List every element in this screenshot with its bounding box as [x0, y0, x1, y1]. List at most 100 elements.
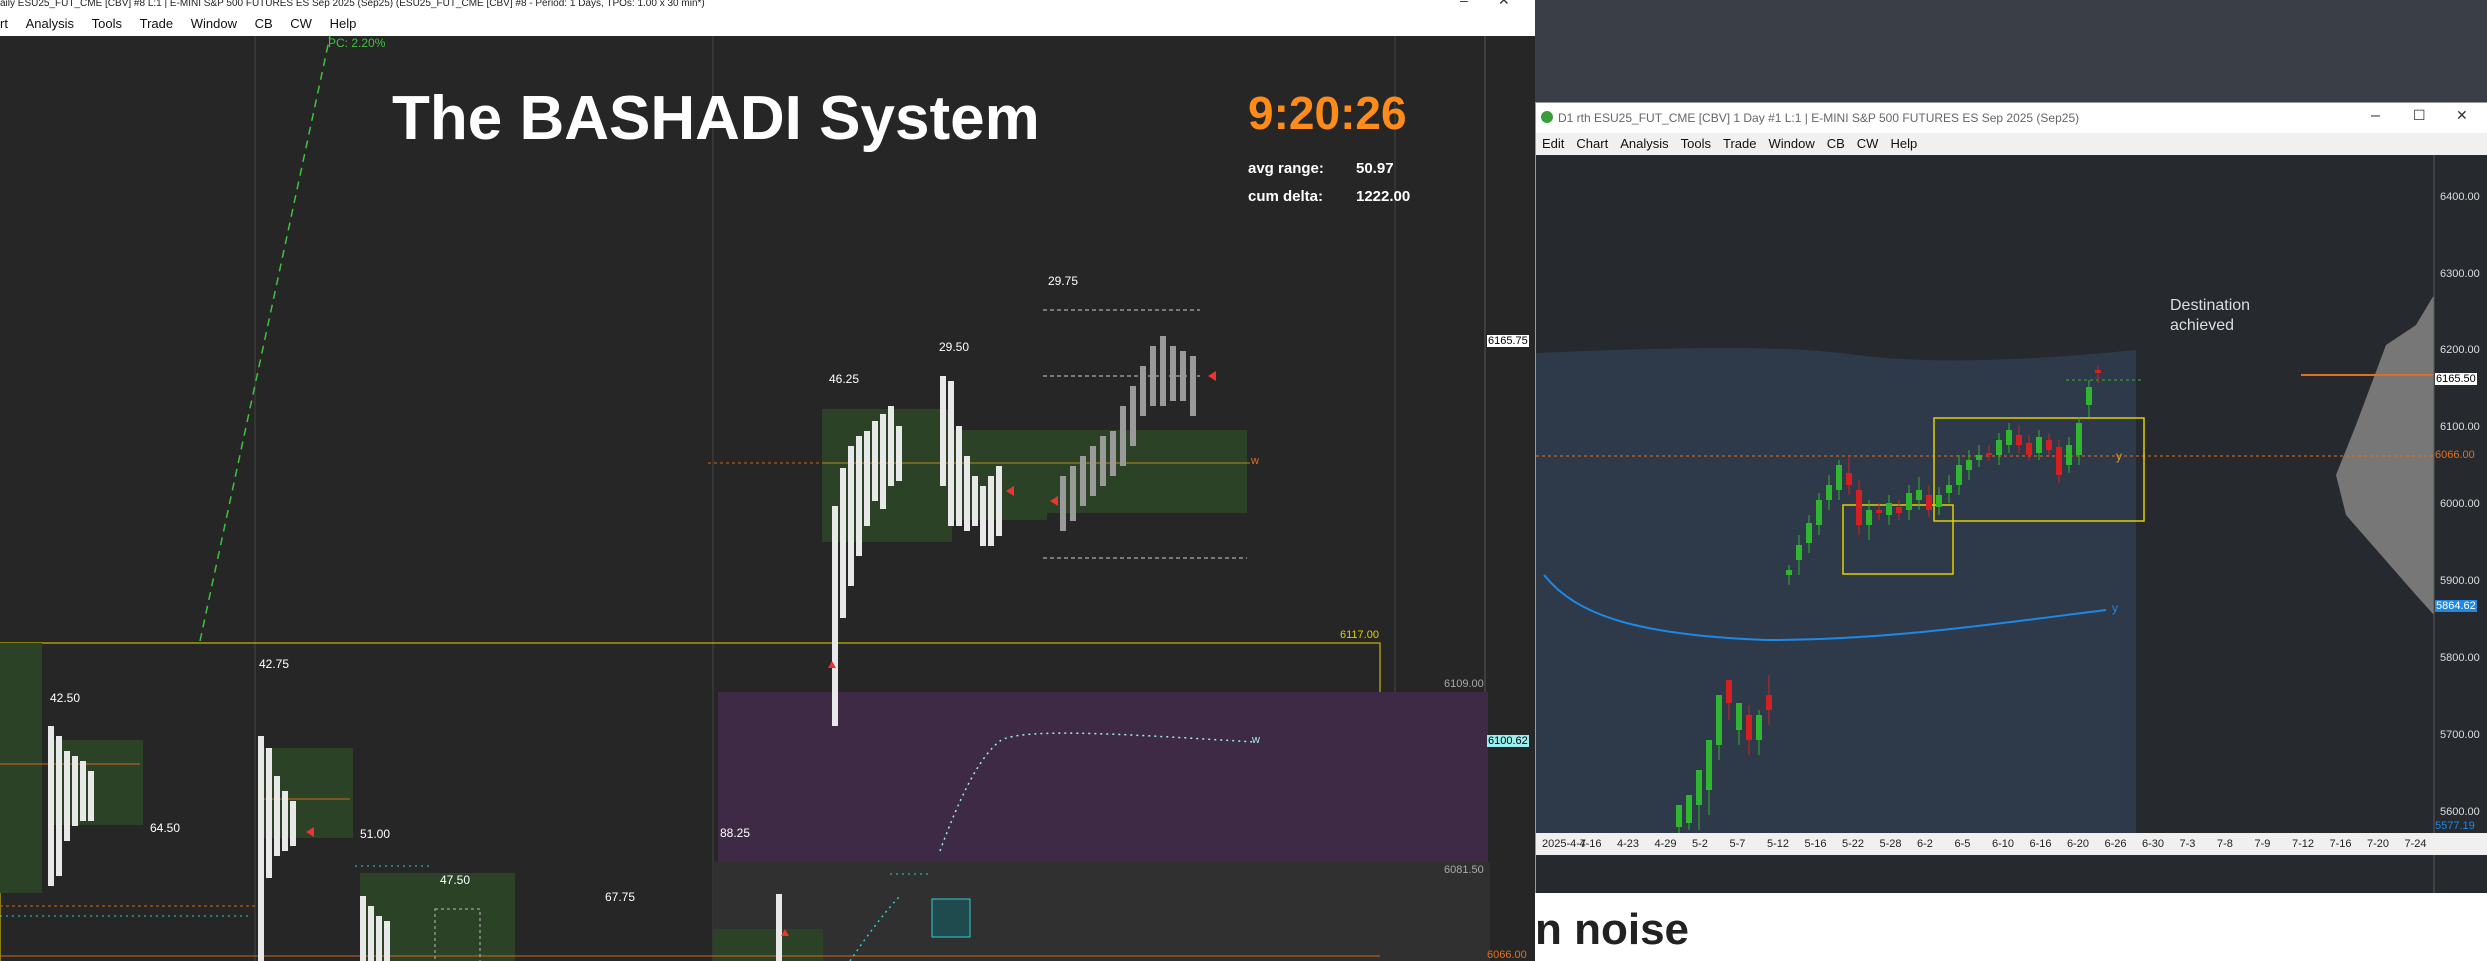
close-icon[interactable]: ✕	[2456, 107, 2468, 124]
left-window-titlebar[interactable]: aily ESU25_FUT_CME [CBV] #8 L:1 | E-MINI…	[0, 0, 1535, 12]
range-label: 67.75	[605, 890, 636, 904]
menu-cb[interactable]: CB	[1821, 133, 1851, 151]
daily-candlestick-chart[interactable]: Destination achieved y y 6400.00 6300.00…	[1536, 155, 2487, 894]
range-label: 46.25	[829, 372, 860, 386]
close-icon[interactable]: ✕	[1498, 0, 1510, 7]
candle-body	[1966, 460, 1972, 470]
candle-body	[2086, 387, 2092, 405]
menu-analysis[interactable]: Analysis	[19, 12, 81, 36]
cum-delta-value: 1222.00	[1356, 188, 1411, 205]
menu-chart[interactable]: Chart	[1570, 133, 1614, 151]
range-label: 88.25	[720, 826, 751, 840]
menu-help[interactable]: Help	[1884, 133, 1923, 151]
right-window-titlebar[interactable]: D1 rth ESU25_FUT_CME [CBV] 1 Day #1 L:1 …	[1536, 103, 2487, 133]
cum-delta-label: cum delta:	[1248, 188, 1324, 205]
candle-body	[1896, 507, 1902, 513]
menu-trade[interactable]: Trade	[133, 12, 180, 36]
candle-body	[1756, 715, 1762, 740]
x-tick: 6-16	[2029, 838, 2052, 850]
candle-body	[1906, 493, 1912, 510]
menu-window[interactable]: Window	[184, 12, 244, 36]
candle-body	[1946, 485, 1952, 493]
candle-body	[1716, 695, 1722, 745]
y-tick: 5700.00	[2440, 729, 2480, 741]
x-tick: 5-7	[1729, 838, 1746, 850]
y-marker: y	[2116, 449, 2122, 463]
candle-body	[2006, 430, 2012, 445]
candle-body	[1706, 740, 1712, 790]
x-tick: 7-16	[2329, 838, 2352, 850]
candle-body	[2046, 440, 2052, 450]
menu-window[interactable]: Window	[1762, 133, 1820, 151]
menu-edit[interactable]: Edit	[1536, 133, 1570, 151]
candle-body	[1806, 523, 1812, 543]
x-tick: 7-3	[2179, 838, 2196, 850]
menu-help[interactable]: Help	[323, 12, 364, 36]
x-tick: 6-20	[2067, 838, 2090, 850]
menu-tools[interactable]: Tools	[85, 12, 129, 36]
menu-cw[interactable]: CW	[283, 12, 319, 36]
x-tick: 7-8	[2217, 838, 2233, 850]
candle-body	[1736, 703, 1742, 730]
candle-body	[1686, 795, 1692, 823]
menu-trade[interactable]: Trade	[1717, 133, 1762, 151]
candle-body	[1696, 770, 1702, 805]
price-tag-poc: 6066.00	[2435, 449, 2475, 461]
menu-tools[interactable]: Tools	[1675, 133, 1717, 151]
candle-body	[1766, 695, 1772, 710]
price-level-6117: 6117.00	[1340, 629, 1379, 641]
candle-body	[1986, 453, 1992, 455]
y-tick: 6300.00	[2440, 268, 2480, 280]
candle-body	[1976, 455, 1982, 460]
left-window-title: aily ESU25_FUT_CME [CBV] #8 L:1 | E-MINI…	[0, 0, 705, 9]
right-chart-window: D1 rth ESU25_FUT_CME [CBV] 1 Day #1 L:1 …	[1535, 102, 2487, 895]
candle-body	[1746, 715, 1752, 740]
candle-body	[1936, 495, 1942, 507]
menu-cw[interactable]: CW	[1851, 133, 1885, 151]
y-tick: 6000.00	[2440, 498, 2480, 510]
y-tick: 5600.00	[2440, 806, 2480, 818]
x-tick: 6-2	[1917, 838, 1933, 850]
candle-body	[1856, 490, 1862, 525]
y-tick: 6100.00	[2440, 421, 2480, 433]
candle-body	[1796, 545, 1802, 560]
menu-cb[interactable]: CB	[248, 12, 280, 36]
avg-range-value: 50.97	[1356, 160, 1394, 177]
maximize-icon[interactable]: ☐	[2413, 107, 2426, 124]
price-tag-6165: 6165.75	[1487, 335, 1529, 347]
menu-chart[interactable]: rt	[0, 12, 15, 36]
app-icon	[1541, 111, 1553, 123]
avg-range-label: avg range:	[1248, 160, 1324, 177]
candle-body	[1846, 473, 1852, 485]
clock-display: 9:20:26	[1248, 87, 1407, 139]
x-tick: 7-24	[2404, 838, 2427, 850]
y-tick: 5800.00	[2440, 652, 2480, 664]
minimize-icon[interactable]: –	[2371, 107, 2380, 125]
menu-analysis[interactable]: Analysis	[1614, 133, 1674, 151]
left-chart-window: aily ESU25_FUT_CME [CBV] #8 L:1 | E-MINI…	[0, 0, 1535, 961]
price-level-6066: 6066.00	[1487, 949, 1527, 961]
tpo-chart-area[interactable]: The BASHADI System 9:20:26 avg range: 50…	[0, 36, 1535, 961]
candle-body	[2066, 445, 2072, 465]
x-tick: 5-28	[1879, 838, 1902, 850]
price-tag-ma: 5864.62	[2435, 600, 2477, 612]
candle-body	[1956, 465, 1962, 485]
candle-body	[2016, 435, 2022, 445]
annotation-achieved: achieved	[2170, 317, 2235, 334]
minimize-icon[interactable]: –	[1460, 0, 1468, 7]
x-tick: 5-12	[1767, 838, 1790, 850]
daily-chart-graphics	[1536, 155, 2487, 894]
candle-body	[1786, 570, 1792, 575]
candle-body	[1916, 490, 1922, 500]
candle-body	[1676, 805, 1682, 827]
system-heading: The BASHADI System	[392, 84, 1040, 153]
x-tick: 6-30	[2142, 838, 2165, 850]
x-tick: 6-10	[1992, 838, 2015, 850]
x-tick: 4-29	[1654, 838, 1677, 850]
range-label: 42.50	[50, 691, 81, 705]
candle-body	[1816, 500, 1822, 525]
price-tag-last: 6165.50	[2435, 373, 2477, 385]
x-tick: 4-16	[1579, 838, 1602, 850]
price-tag-low: 5577.19	[2435, 820, 2475, 832]
candle-body	[1836, 465, 1842, 490]
